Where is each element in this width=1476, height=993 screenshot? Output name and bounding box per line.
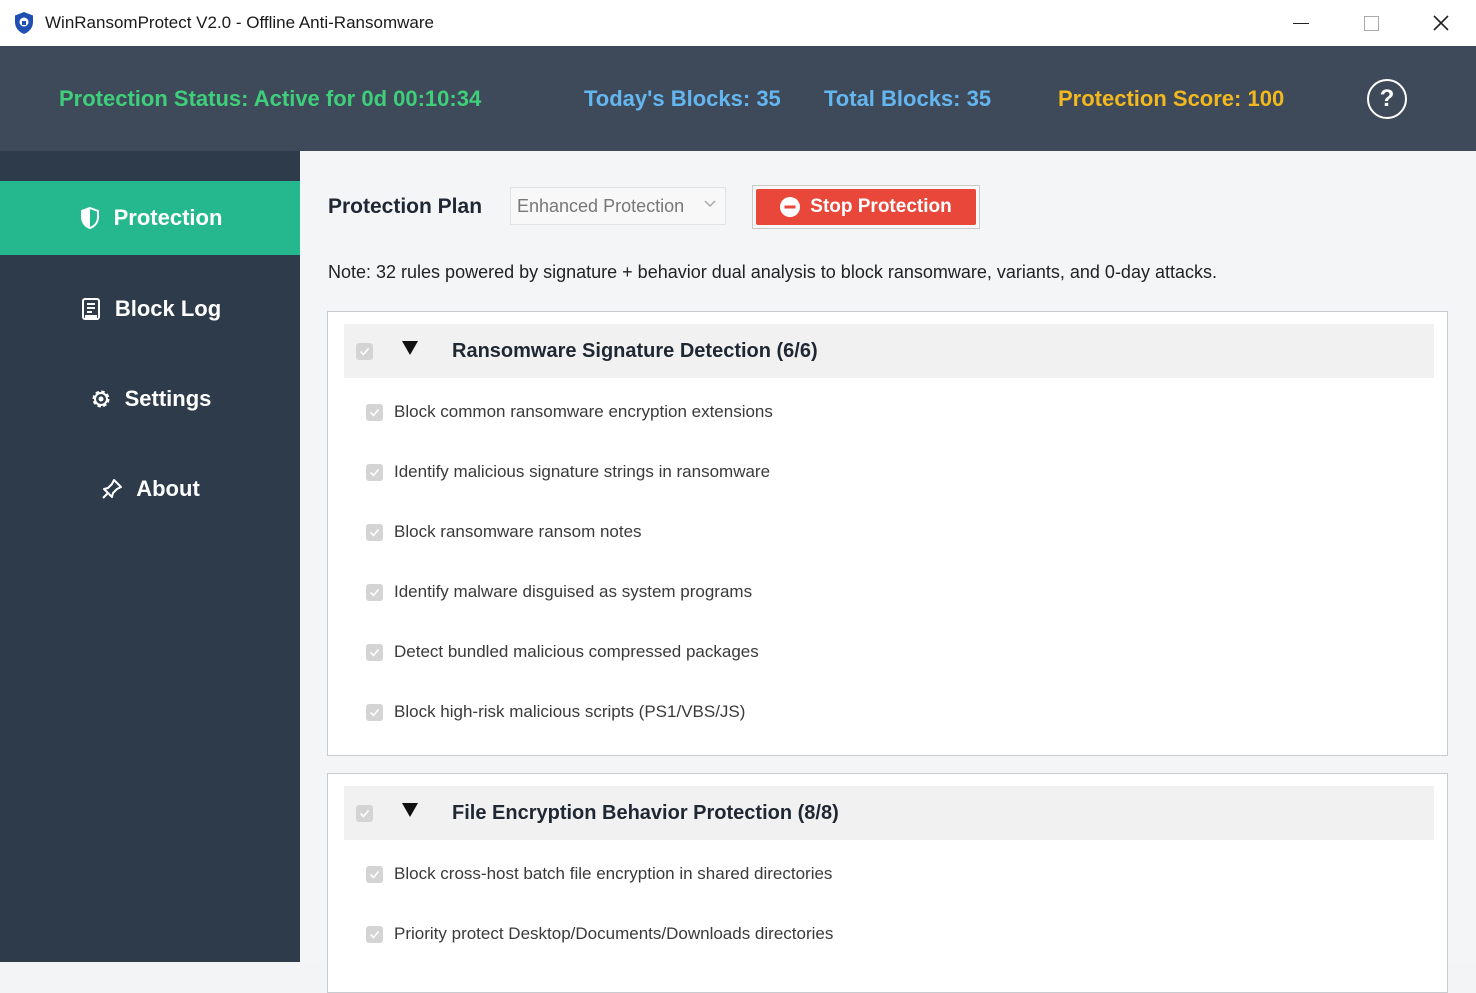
protection-status: Protection Status: Active for 0d 00:10:3…: [59, 86, 482, 111]
rule-label: Priority protect Desktop/Documents/Downl…: [394, 924, 834, 943]
gear-icon: [92, 390, 110, 408]
group-header[interactable]: File Encryption Behavior Protection (8/8…: [344, 786, 1434, 840]
minimize-icon: [1293, 22, 1309, 24]
stop-icon: [780, 197, 801, 217]
window-title: WinRansomProtect V2.0 - Offline Anti-Ran…: [45, 13, 434, 32]
check-icon: [369, 408, 380, 417]
app-shield-icon: [15, 12, 33, 34]
check-icon: [369, 708, 380, 717]
check-icon: [359, 347, 370, 356]
rule-checkbox[interactable]: [366, 925, 383, 943]
check-icon: [369, 930, 380, 939]
shield-icon: [80, 206, 99, 230]
stop-protection-label: Stop Protection: [810, 196, 952, 217]
check-icon: [359, 809, 370, 818]
rule-checkbox[interactable]: [366, 583, 383, 601]
close-button[interactable]: [1406, 0, 1476, 46]
protection-plan-label: Protection Plan: [328, 195, 483, 218]
group-title: Ransomware Signature Detection (6/6): [452, 340, 818, 362]
rule-item[interactable]: Identify malware disguised as system pro…: [366, 580, 752, 604]
sidebar-item-label: About: [136, 476, 200, 501]
group-header[interactable]: Ransomware Signature Detection (6/6): [344, 324, 1434, 378]
main-panel: Protection Plan Enhanced Protection Stop…: [300, 151, 1476, 993]
check-icon: [369, 588, 380, 597]
rule-label: Block common ransomware encryption exten…: [394, 402, 773, 421]
collapse-arrow-icon[interactable]: [402, 341, 418, 355]
rule-group-signature: Ransomware Signature Detection (6/6) Blo…: [327, 311, 1448, 756]
sidebar-item-settings[interactable]: Settings: [0, 362, 300, 436]
rule-label: Identify malware disguised as system pro…: [394, 582, 753, 601]
maximize-icon: [1363, 15, 1379, 31]
check-icon: [369, 870, 380, 879]
rule-label: Block high-risk malicious scripts (PS1/V…: [394, 702, 746, 721]
collapse-arrow-icon[interactable]: [402, 803, 418, 817]
sidebar: Protection Block Log Settings About: [0, 151, 300, 962]
rule-label: Detect bundled malicious compressed pack…: [394, 642, 759, 661]
rule-checkbox[interactable]: [366, 865, 383, 883]
sidebar-item-label: Protection: [113, 205, 223, 230]
rule-checkbox[interactable]: [366, 703, 383, 721]
check-icon: [369, 648, 380, 657]
sidebar-item-block-log[interactable]: Block Log: [0, 272, 300, 346]
stop-protection-button[interactable]: Stop Protection: [756, 189, 976, 225]
chevron-down-icon: [704, 200, 716, 208]
group-title: File Encryption Behavior Protection (8/8…: [452, 802, 839, 824]
rule-item[interactable]: Detect bundled malicious compressed pack…: [366, 640, 759, 664]
sidebar-item-protection[interactable]: Protection: [0, 181, 300, 255]
protection-score: Protection Score: 100: [1058, 86, 1285, 111]
pin-icon: [102, 479, 123, 499]
maximize-button[interactable]: [1336, 0, 1406, 46]
protection-plan-select[interactable]: Enhanced Protection: [510, 187, 726, 225]
rule-label: Block cross-host batch file encryption i…: [394, 864, 833, 883]
check-icon: [369, 468, 380, 477]
rule-item[interactable]: Block high-risk malicious scripts (PS1/V…: [366, 700, 745, 724]
rule-checkbox[interactable]: [366, 403, 383, 421]
rules-note: Note: 32 rules powered by signature + be…: [328, 262, 1217, 282]
help-button[interactable]: ?: [1367, 79, 1407, 119]
sidebar-item-about[interactable]: About: [0, 452, 300, 526]
sidebar-item-label: Settings: [124, 386, 212, 411]
group-checkbox[interactable]: [356, 805, 373, 822]
rule-label: Identify malicious signature strings in …: [394, 462, 771, 481]
title-bar: WinRansomProtect V2.0 - Offline Anti-Ran…: [0, 0, 1476, 47]
rule-item[interactable]: Identify malicious signature strings in …: [366, 460, 770, 484]
protection-plan-value: Enhanced Protection: [517, 195, 685, 216]
minimize-button[interactable]: [1266, 0, 1336, 46]
status-header: Protection Status: Active for 0d 00:10:3…: [0, 46, 1476, 151]
rule-checkbox[interactable]: [366, 463, 383, 481]
sidebar-item-label: Block Log: [114, 296, 222, 321]
rule-item[interactable]: Block cross-host batch file encryption i…: [366, 862, 832, 886]
rule-group-encryption-behavior: File Encryption Behavior Protection (8/8…: [327, 773, 1448, 993]
rule-checkbox[interactable]: [366, 523, 383, 541]
log-icon: [81, 298, 100, 320]
rule-item[interactable]: Block ransomware ransom notes: [366, 520, 642, 544]
group-checkbox[interactable]: [356, 343, 373, 360]
check-icon: [369, 528, 380, 537]
todays-blocks: Today's Blocks: 35: [584, 86, 781, 111]
rule-checkbox[interactable]: [366, 643, 383, 661]
help-icon: ?: [1379, 85, 1395, 112]
rule-item[interactable]: Priority protect Desktop/Documents/Downl…: [366, 922, 833, 946]
stop-button-frame: Stop Protection: [752, 185, 980, 229]
rule-item[interactable]: Block common ransomware encryption exten…: [366, 400, 773, 424]
total-blocks: Total Blocks: 35: [824, 86, 992, 111]
rule-label: Block ransomware ransom notes: [394, 522, 642, 541]
close-icon: [1433, 15, 1449, 31]
